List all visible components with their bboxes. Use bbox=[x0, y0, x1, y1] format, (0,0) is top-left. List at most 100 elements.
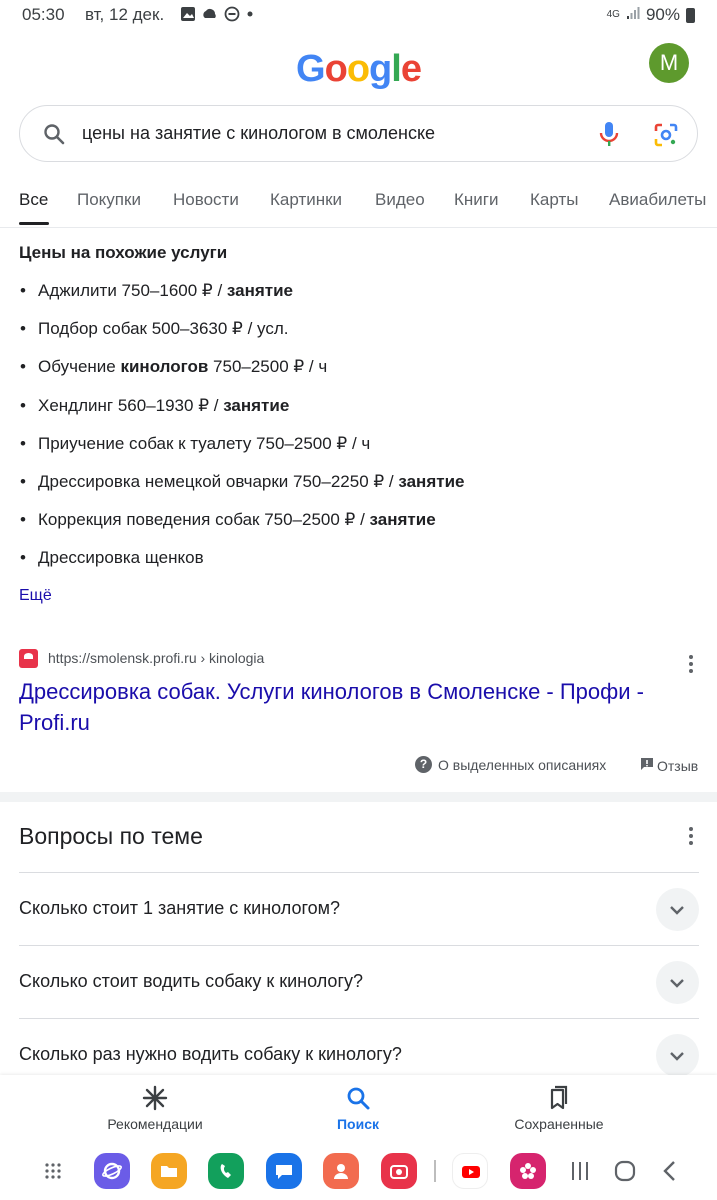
tab-books[interactable]: Книги bbox=[454, 190, 498, 210]
status-date: вт, 12 дек. bbox=[85, 5, 165, 24]
nav-recommendations-label: Рекомендации bbox=[107, 1116, 203, 1132]
signal-icon bbox=[626, 5, 640, 25]
help-icon: ? bbox=[415, 756, 432, 773]
dnd-icon bbox=[224, 6, 240, 27]
question-row[interactable]: Сколько стоит 1 занятие с кинологом? bbox=[19, 872, 699, 945]
status-bar: 05:30 вт, 12 дек. 4G 90% bbox=[0, 0, 717, 30]
question-text: Сколько стоит водить собаку к кинологу? bbox=[19, 971, 364, 991]
messages-app-icon[interactable] bbox=[266, 1153, 302, 1189]
gallery-app-icon[interactable] bbox=[510, 1153, 546, 1189]
price-item: Дрессировка щенков bbox=[20, 548, 204, 568]
nav-saved[interactable]: Сохраненные bbox=[479, 1085, 639, 1132]
about-snippets-link[interactable]: ? О выделенных описаниях bbox=[415, 756, 606, 773]
price-item-text: Аджилити 750–1600 ₽ / bbox=[38, 281, 227, 300]
price-item-highlight: занятие bbox=[398, 472, 465, 491]
files-app-icon[interactable] bbox=[151, 1153, 187, 1189]
voice-search-icon[interactable] bbox=[598, 120, 620, 153]
price-item: Хендлинг 560–1930 ₽ / занятие bbox=[20, 396, 290, 416]
search-icon bbox=[347, 1087, 370, 1110]
section-divider bbox=[0, 792, 717, 802]
price-item-suffix: 750–2500 ₽ / ч bbox=[208, 357, 328, 376]
feedback-link[interactable]: Отзыв bbox=[639, 756, 698, 775]
search-input[interactable]: цены на занятие с кинологом в смоленске bbox=[82, 123, 435, 144]
logo-letter: G bbox=[296, 48, 326, 90]
nav-search-label: Поиск bbox=[336, 1116, 379, 1132]
logo-letter: o bbox=[324, 48, 348, 90]
taskbar-separator bbox=[434, 1160, 436, 1182]
prices-title: Цены на похожие услуги bbox=[19, 243, 228, 262]
tab-flights[interactable]: Авиабилеты bbox=[609, 190, 706, 210]
nav-search[interactable]: Поиск bbox=[278, 1085, 438, 1132]
tab-images[interactable]: Картинки bbox=[270, 190, 342, 210]
internet-app-icon[interactable] bbox=[94, 1153, 130, 1189]
price-item: Подбор собак 500–3630 ₽ / усл. bbox=[20, 319, 289, 339]
feedback-label: Отзыв bbox=[657, 757, 699, 774]
result-more-icon[interactable] bbox=[689, 655, 693, 676]
google-lens-icon[interactable] bbox=[653, 122, 679, 153]
price-item: Обучение кинологов 750–2500 ₽ / ч bbox=[20, 357, 328, 377]
more-link[interactable]: Ещё bbox=[19, 587, 52, 605]
price-item-highlight: занятие bbox=[369, 510, 436, 529]
network-label: 4G bbox=[606, 9, 620, 20]
home-icon[interactable] bbox=[614, 1160, 636, 1187]
feedback-icon bbox=[639, 756, 655, 775]
battery-percent: 90% bbox=[645, 5, 680, 24]
logo-letter: e bbox=[400, 48, 422, 90]
about-snippets-label: О выделенных описаниях bbox=[438, 756, 607, 773]
camera-app-icon[interactable] bbox=[381, 1153, 417, 1189]
search-tabs: Все Покупки Новости Картинки Видео Книги… bbox=[0, 184, 717, 228]
search-icon bbox=[42, 122, 66, 151]
weather-notification-icon bbox=[202, 6, 218, 27]
logo-letter: l bbox=[391, 48, 402, 90]
logo-letter: o bbox=[346, 48, 370, 90]
status-time: 05:30 bbox=[22, 5, 65, 24]
battery-icon bbox=[686, 7, 695, 23]
search-box[interactable]: цены на занятие с кинологом в смоленске bbox=[19, 105, 698, 162]
nav-saved-label: Сохраненные bbox=[514, 1116, 604, 1132]
nav-recommendations[interactable]: Рекомендации bbox=[75, 1085, 235, 1132]
gallery-notification-icon bbox=[180, 6, 196, 27]
active-tab-indicator bbox=[19, 222, 49, 225]
expand-chevron-icon[interactable] bbox=[656, 888, 699, 931]
question-text: Сколько стоит 1 занятие с кинологом? bbox=[19, 898, 341, 918]
price-item-text: Дрессировка немецкой овчарки 750–2250 ₽ … bbox=[38, 472, 399, 491]
price-item: Дрессировка немецкой овчарки 750–2250 ₽ … bbox=[20, 472, 465, 492]
price-item-text: Подбор собак 500–3630 ₽ / усл. bbox=[38, 319, 289, 338]
tab-news[interactable]: Новости bbox=[173, 190, 239, 210]
price-item-highlight: занятие bbox=[223, 396, 290, 415]
result-url[interactable]: https://smolensk.profi.ru › kinologia bbox=[48, 650, 264, 666]
result-title-link[interactable]: Дрессировка собак. Услуги кинологов в См… bbox=[19, 676, 709, 738]
price-item-text: Хендлинг 560–1930 ₽ / bbox=[38, 396, 224, 415]
tab-all[interactable]: Все bbox=[19, 190, 48, 210]
back-icon[interactable] bbox=[662, 1160, 678, 1187]
youtube-app-icon[interactable] bbox=[452, 1153, 488, 1189]
bottom-navigation: Рекомендации Поиск Сохраненные bbox=[0, 1075, 717, 1140]
asterisk-icon bbox=[142, 1085, 168, 1111]
account-avatar[interactable]: M bbox=[649, 43, 689, 83]
price-item: Приучение собак к туалету 750–2500 ₽ / ч bbox=[20, 434, 370, 454]
google-logo: Google bbox=[0, 48, 717, 91]
tab-shopping[interactable]: Покупки bbox=[77, 190, 141, 210]
price-item: Аджилити 750–1600 ₽ / занятие bbox=[20, 281, 294, 301]
phone-app-icon[interactable] bbox=[208, 1153, 244, 1189]
bookmarks-icon bbox=[550, 1085, 568, 1110]
questions-more-icon[interactable] bbox=[689, 827, 693, 848]
question-row[interactable]: Сколько стоит водить собаку к кинологу? bbox=[19, 945, 699, 1018]
logo-letter: g bbox=[369, 48, 392, 90]
expand-chevron-icon[interactable] bbox=[656, 961, 699, 1004]
system-taskbar bbox=[0, 1140, 717, 1200]
tab-maps[interactable]: Карты bbox=[530, 190, 578, 210]
status-right: 4G 90% bbox=[607, 5, 695, 25]
price-item-text: Обучение bbox=[38, 357, 121, 376]
profi-favicon-icon bbox=[19, 649, 38, 668]
price-item-text: Коррекция поведения собак 750–2500 ₽ / bbox=[38, 510, 370, 529]
recents-icon[interactable] bbox=[570, 1160, 590, 1187]
apps-grid-icon[interactable] bbox=[44, 1162, 62, 1185]
tab-videos[interactable]: Видео bbox=[375, 190, 425, 210]
question-text: Сколько раз нужно водить собаку к киноло… bbox=[19, 1044, 402, 1064]
price-item-text: Дрессировка щенков bbox=[38, 548, 204, 567]
dot-icon bbox=[246, 6, 254, 27]
price-item-highlight: занятие bbox=[226, 281, 294, 300]
expand-chevron-icon[interactable] bbox=[656, 1034, 699, 1077]
contacts-app-icon[interactable] bbox=[323, 1153, 359, 1189]
